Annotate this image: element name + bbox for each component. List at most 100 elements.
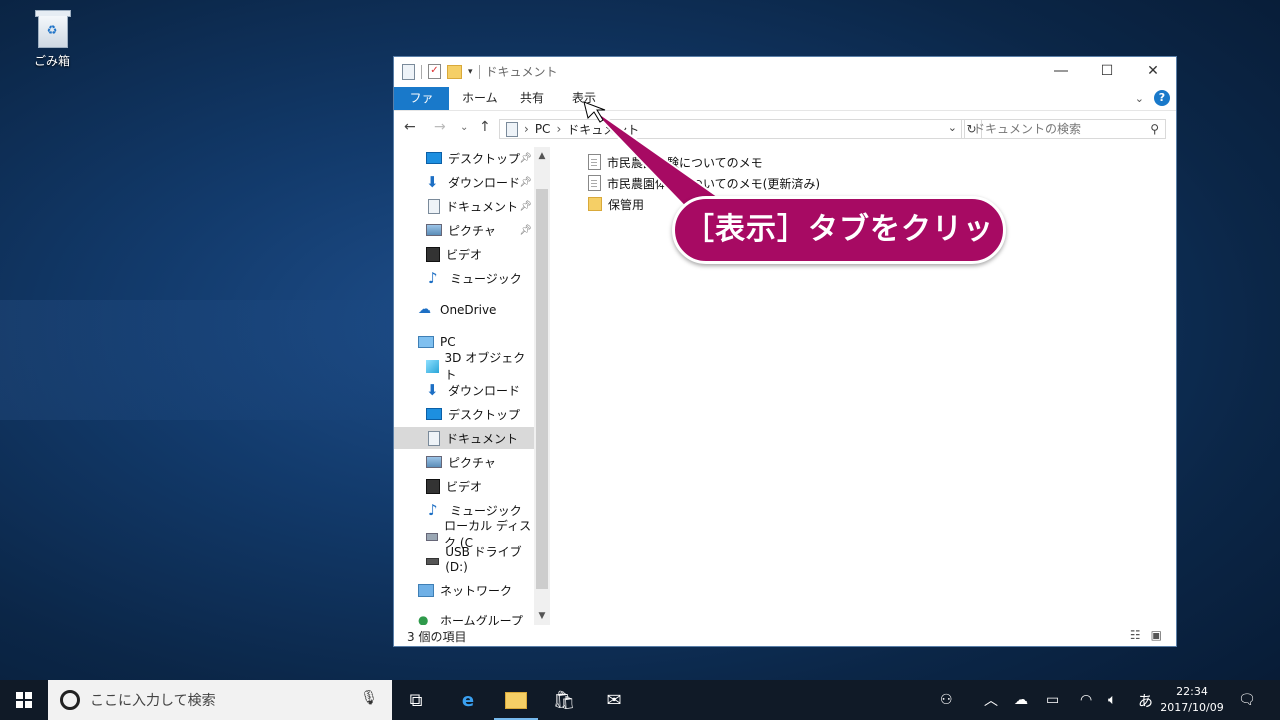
recycle-bin-shortcut[interactable]: ♻ ごみ箱 (24, 8, 80, 69)
new-folder-icon[interactable] (447, 64, 462, 79)
nav-pane-scrollbar[interactable]: ▲ ▼ (534, 147, 550, 625)
task-view-icon[interactable]: ⧉ (392, 680, 440, 720)
people-icon[interactable]: ⚇ (940, 680, 953, 720)
up-arrow-icon[interactable]: ↑ (479, 119, 491, 135)
search-placeholder: ドキュメントの検索 (973, 122, 1082, 136)
list-item[interactable]: 市民農園体験についてのメモ (588, 152, 763, 172)
tab-file[interactable]: ファイル (394, 87, 449, 128)
minimize-button[interactable]: ― (1038, 57, 1084, 85)
battery-icon[interactable]: ▭ (1046, 680, 1059, 720)
nav-item-music[interactable]: ♪ ミュージック (394, 267, 534, 289)
action-center-icon[interactable]: 🗨︎ (1238, 680, 1256, 720)
recycle-bin-label: ごみ箱 (33, 54, 70, 68)
forward-arrow-icon[interactable]: → (434, 119, 446, 135)
nav-item-label: ピクチャ (448, 455, 496, 470)
customize-toolbar-icon[interactable]: ▾ (468, 67, 473, 77)
breadcrumb-pc[interactable]: PC (535, 122, 551, 136)
nav-item-videos-pc[interactable]: ビデオ (394, 475, 534, 497)
file-name: 市民農園体験についてのメモ(更新済み) (607, 176, 821, 191)
item-count: 3 個の項目 (407, 630, 467, 644)
desktop-icon (426, 152, 442, 164)
nav-item-pictures[interactable]: ピクチャ 📌︎ (394, 219, 534, 241)
taskbar: ここに入力して検索 🎙︎ ⧉ e 🛍︎ ✉ ⚇ ︿ ☁ ▭ ◠ 🔈︎ あ 22:… (0, 680, 1280, 720)
back-arrow-icon[interactable]: ← (404, 119, 416, 135)
wifi-icon[interactable]: ◠ (1080, 680, 1092, 720)
tab-view[interactable]: 表示 (562, 87, 606, 110)
volume-icon[interactable]: 🔈︎ (1108, 680, 1116, 720)
desktop-background-glow (0, 300, 400, 420)
close-button[interactable]: ✕ (1130, 57, 1176, 85)
cortana-icon[interactable] (60, 690, 80, 710)
nav-item-desktop[interactable]: デスクトップ 📌︎ (394, 147, 534, 169)
details-view-icon[interactable]: ☷ (1130, 628, 1141, 642)
nav-item-3d-objects[interactable]: 3D オブジェクト (394, 351, 534, 382)
navigation-bar: ← → ⌄ ↑ › PC › ドキュメント ⌄ ↻ ドキュメントの検索 ⚲ (394, 117, 1176, 141)
pin-icon[interactable]: 📌︎ (519, 153, 532, 164)
list-item[interactable]: 市民農園体験についてのメモ(更新済み) (588, 173, 820, 193)
help-icon[interactable]: ? (1154, 90, 1170, 106)
recent-locations-icon[interactable]: ⌄ (460, 122, 468, 133)
location-document-icon (506, 121, 518, 137)
toolbar-separator (421, 64, 422, 79)
system-clock[interactable]: 22:34 2017/10/09 (1158, 684, 1226, 716)
nav-item-network[interactable]: ネットワーク (394, 579, 534, 601)
microphone-icon[interactable]: 🎙︎ (360, 690, 378, 706)
clock-date: 2017/10/09 (1160, 701, 1224, 714)
mail-icon[interactable]: ✉ (590, 680, 638, 720)
file-name: 保管用 (608, 197, 645, 212)
nav-item-onedrive[interactable]: ☁ OneDrive (394, 299, 534, 321)
edge-browser-icon[interactable]: e (444, 680, 492, 720)
breadcrumb-chevron-icon[interactable]: › (524, 122, 529, 136)
file-explorer-icon[interactable] (492, 680, 540, 720)
nav-item-label: デスクトップ (448, 151, 521, 166)
navigation-pane: デスクトップ 📌︎ ⬇ ダウンロード 📌︎ ドキュメント 📌︎ ピクチャ 📌︎ … (394, 147, 534, 625)
list-item[interactable]: 保管用 (588, 194, 644, 214)
pin-icon[interactable]: 📌︎ (519, 225, 532, 236)
download-icon: ⬇ (426, 381, 439, 399)
pin-icon[interactable]: 📌︎ (519, 201, 532, 212)
nav-item-pictures-pc[interactable]: ピクチャ (394, 451, 534, 473)
clock-time: 22:34 (1176, 685, 1208, 698)
address-dropdown-icon[interactable]: ⌄ (948, 121, 957, 134)
taskbar-search-placeholder: ここに入力して検索 (90, 693, 216, 709)
breadcrumb-chevron-icon[interactable]: › (556, 122, 561, 136)
computer-icon (418, 336, 434, 348)
nav-item-label: ピクチャ (448, 223, 496, 238)
nav-item-downloads[interactable]: ⬇ ダウンロード 📌︎ (394, 171, 534, 193)
large-icons-view-icon[interactable]: ▣ (1151, 628, 1162, 642)
expand-ribbon-icon[interactable]: ⌄ (1135, 92, 1144, 105)
document-icon (428, 430, 440, 446)
search-input[interactable]: ドキュメントの検索 ⚲ (964, 119, 1166, 139)
show-hidden-icons-chevron-icon[interactable]: ︿ (984, 680, 998, 720)
video-icon (426, 478, 440, 494)
start-button[interactable] (0, 680, 48, 720)
text-document-icon (588, 175, 601, 191)
nav-item-usb-drive[interactable]: USB ドライブ (D:) (394, 545, 534, 574)
breadcrumb-documents[interactable]: ドキュメント (567, 121, 639, 138)
ribbon-tabs: ファイル ホーム 共有 表示 ⌄ ? (394, 87, 1176, 128)
nav-item-downloads-pc[interactable]: ⬇ ダウンロード (394, 379, 534, 401)
maximize-button[interactable]: ☐ (1084, 57, 1130, 85)
nav-item-documents-pc[interactable]: ドキュメント (394, 427, 534, 449)
onedrive-tray-icon[interactable]: ☁ (1014, 680, 1028, 720)
title-bar[interactable]: ✓ ▾ ドキュメント ― ☐ ✕ (394, 57, 1176, 85)
ime-indicator[interactable]: あ (1138, 680, 1153, 720)
network-icon (418, 583, 434, 597)
nav-item-documents[interactable]: ドキュメント 📌︎ (394, 195, 534, 217)
store-icon[interactable]: 🛍︎ (540, 680, 588, 720)
address-bar[interactable]: › PC › ドキュメント ⌄ (499, 119, 962, 139)
scrollbar-thumb[interactable] (536, 189, 548, 589)
properties-icon[interactable] (402, 63, 415, 80)
nav-item-desktop-pc[interactable]: デスクトップ (394, 403, 534, 425)
search-icon: ⚲ (1150, 122, 1159, 136)
pin-icon[interactable]: 📌︎ (519, 177, 532, 188)
taskbar-search-box[interactable]: ここに入力して検索 🎙︎ (48, 680, 392, 720)
nav-item-homegroup[interactable]: ● ホームグループ (394, 609, 534, 625)
nav-item-videos[interactable]: ビデオ (394, 243, 534, 265)
tab-share[interactable]: 共有 (510, 87, 554, 110)
scroll-up-icon[interactable]: ▲ (534, 151, 550, 161)
scroll-down-icon[interactable]: ▼ (534, 611, 550, 621)
tab-home[interactable]: ホーム (452, 87, 508, 110)
checklist-icon[interactable]: ✓ (428, 64, 441, 79)
desktop-icon (426, 408, 442, 420)
